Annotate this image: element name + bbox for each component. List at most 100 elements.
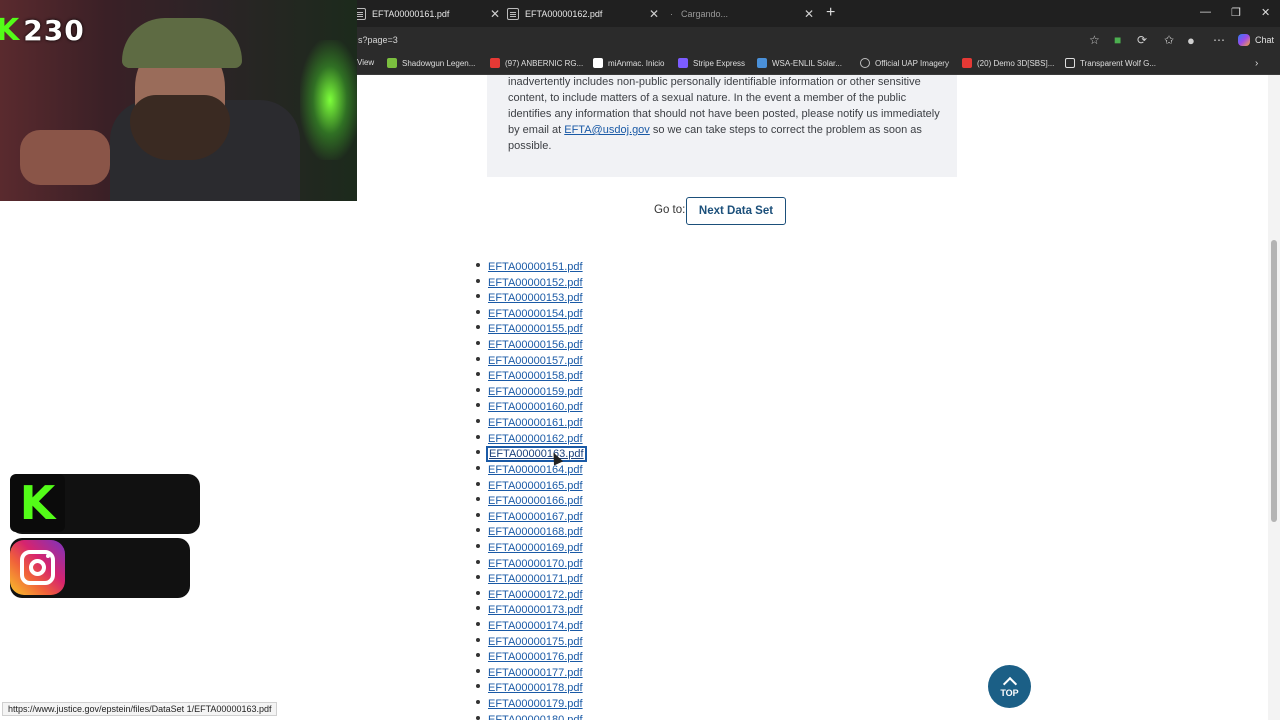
file-link[interactable]: EFTA00000169.pdf: [488, 542, 583, 554]
file-list-item: EFTA00000156.pdf: [474, 335, 585, 351]
file-list-item: EFTA00000158.pdf: [474, 366, 585, 382]
page-icon: [1065, 58, 1075, 68]
file-link[interactable]: EFTA00000155.pdf: [488, 323, 583, 335]
minimize-icon[interactable]: —: [1200, 6, 1211, 18]
file-list-item: EFTA00000174.pdf: [474, 616, 585, 632]
extension-icon[interactable]: ■: [1114, 33, 1121, 47]
email-link[interactable]: EFTA@usdoj.gov: [564, 124, 650, 136]
file-list-item: EFTA00000180.pdf: [474, 710, 585, 720]
file-link[interactable]: EFTA00000157.pdf: [488, 355, 583, 367]
bookmark-stripe[interactable]: Stripe Express: [678, 58, 745, 68]
file-link[interactable]: EFTA00000167.pdf: [488, 511, 583, 523]
file-link[interactable]: EFTA00000171.pdf: [488, 573, 583, 585]
file-link[interactable]: EFTA00000173.pdf: [488, 604, 583, 616]
streamer-cap: [122, 18, 242, 68]
file-link[interactable]: EFTA00000160.pdf: [488, 401, 583, 413]
instagram-lens: [29, 559, 46, 576]
scrollbar-thumb[interactable]: [1271, 240, 1277, 522]
profile-icon[interactable]: ●: [1187, 33, 1195, 48]
file-list-item: EFTA00000161.pdf: [474, 413, 585, 429]
file-link[interactable]: EFTA00000177.pdf: [488, 667, 583, 679]
pdf-file-icon: [507, 7, 519, 20]
chat-label: Chat: [1255, 35, 1275, 45]
file-link[interactable]: EFTA00000168.pdf: [488, 526, 583, 538]
file-list-item: EFTA00000168.pdf: [474, 522, 585, 538]
file-link[interactable]: EFTA00000176.pdf: [488, 651, 583, 663]
link-status-bar: https://www.justice.gov/epstein/files/Da…: [2, 702, 278, 716]
bookmark-label: Official UAP Imagery: [875, 58, 949, 68]
file-link[interactable]: EFTA00000175.pdf: [488, 636, 583, 648]
bookmark-anbernic[interactable]: (97) ANBERNIC RG...: [490, 58, 583, 68]
file-link[interactable]: EFTA00000178.pdf: [488, 682, 583, 694]
bookmark-label: (97) ANBERNIC RG...: [505, 58, 584, 68]
bookmark-wsa-enlil[interactable]: WSA-ENLIL Solar...: [757, 58, 842, 68]
file-link[interactable]: EFTA00000163.pdf: [486, 446, 587, 463]
file-list-item: EFTA00000153.pdf: [474, 288, 585, 304]
file-link[interactable]: EFTA00000159.pdf: [488, 386, 583, 398]
file-link[interactable]: EFTA00000164.pdf: [488, 464, 583, 476]
next-data-set-button[interactable]: Next Data Set: [686, 197, 786, 225]
instagram-logo-icon: [10, 540, 65, 595]
restore-icon[interactable]: ❐: [1231, 6, 1241, 19]
file-link[interactable]: EFTA00000151.pdf: [488, 261, 583, 273]
goto-label: Go to:: [654, 204, 686, 216]
chat-button[interactable]: Chat: [1238, 34, 1274, 46]
star-icon[interactable]: ☆: [1089, 33, 1100, 47]
file-list-item: EFTA00000152.pdf: [474, 273, 585, 289]
android-icon: [387, 58, 397, 68]
tab-efta-162[interactable]: EFTA00000162.pdf ✕: [507, 0, 667, 27]
close-icon[interactable]: ✕: [804, 7, 814, 21]
bookmark-shadowgun[interactable]: Shadowgun Legen...: [387, 58, 475, 68]
bookmark-transparent-wolf[interactable]: Transparent Wolf G...: [1065, 58, 1156, 68]
noaa-icon: [757, 58, 767, 68]
file-link[interactable]: EFTA00000170.pdf: [488, 558, 583, 570]
file-list-item: EFTA00000167.pdf: [474, 507, 585, 523]
bookmark-mianmac[interactable]: miAnmac. Inicio: [593, 58, 664, 68]
file-list-item: EFTA00000166.pdf: [474, 491, 585, 507]
kick-k-icon: K: [0, 12, 20, 48]
file-list-item: EFTA00000176.pdf: [474, 647, 585, 663]
tab-title: EFTA00000162.pdf: [525, 8, 603, 19]
chevron-right-icon[interactable]: ›: [1255, 58, 1258, 69]
file-list-item: EFTA00000172.pdf: [474, 585, 585, 601]
file-link[interactable]: EFTA00000156.pdf: [488, 339, 583, 351]
sync-icon[interactable]: ⟳: [1137, 33, 1147, 47]
close-icon[interactable]: ✕: [1261, 6, 1270, 19]
file-link[interactable]: EFTA00000162.pdf: [488, 433, 583, 445]
file-link[interactable]: EFTA00000158.pdf: [488, 370, 583, 382]
file-link[interactable]: EFTA00000179.pdf: [488, 698, 583, 710]
file-list-item: EFTA00000175.pdf: [474, 632, 585, 648]
file-list-item: EFTA00000162.pdf: [474, 429, 585, 445]
file-link[interactable]: EFTA00000152.pdf: [488, 277, 583, 289]
bookmark-view[interactable]: View: [357, 58, 374, 67]
file-link[interactable]: EFTA00000166.pdf: [488, 495, 583, 507]
close-icon[interactable]: ✕: [490, 7, 500, 21]
url-text[interactable]: s?page=3: [358, 35, 398, 45]
file-link[interactable]: EFTA00000165.pdf: [488, 480, 583, 492]
file-list-item: EFTA00000178.pdf: [474, 678, 585, 694]
close-icon[interactable]: ✕: [649, 7, 659, 21]
file-link[interactable]: EFTA00000153.pdf: [488, 292, 583, 304]
file-link[interactable]: EFTA00000161.pdf: [488, 417, 583, 429]
file-link[interactable]: EFTA00000172.pdf: [488, 589, 583, 601]
bookmark-label: WSA-ENLIL Solar...: [772, 58, 842, 68]
bookmark-label: View: [357, 58, 375, 67]
bookmark-demo-3d[interactable]: (20) Demo 3D[SBS]...: [962, 58, 1054, 68]
plus-icon[interactable]: +: [826, 4, 835, 22]
bookmark-uap[interactable]: Official UAP Imagery: [860, 58, 949, 68]
r-icon: [593, 58, 603, 68]
tab-loading[interactable]: · Cargando... ✕: [670, 0, 820, 27]
back-to-top-button[interactable]: TOP: [988, 665, 1031, 708]
file-list-item: EFTA00000164.pdf: [474, 460, 585, 476]
file-link[interactable]: EFTA00000154.pdf: [488, 308, 583, 320]
file-link[interactable]: EFTA00000174.pdf: [488, 620, 583, 632]
instagram-social-panel: [10, 538, 190, 598]
streamer-hands: [20, 130, 110, 185]
file-link[interactable]: EFTA00000180.pdf: [488, 714, 583, 720]
globe-icon: [860, 58, 870, 68]
favorites-icon[interactable]: ✩: [1164, 33, 1174, 47]
scrollbar[interactable]: [1268, 75, 1280, 720]
file-list-item: EFTA00000163.pdf: [474, 444, 587, 463]
tab-efta-161[interactable]: EFTA00000161.pdf ✕: [354, 0, 504, 27]
more-icon[interactable]: ⋯: [1213, 33, 1225, 47]
